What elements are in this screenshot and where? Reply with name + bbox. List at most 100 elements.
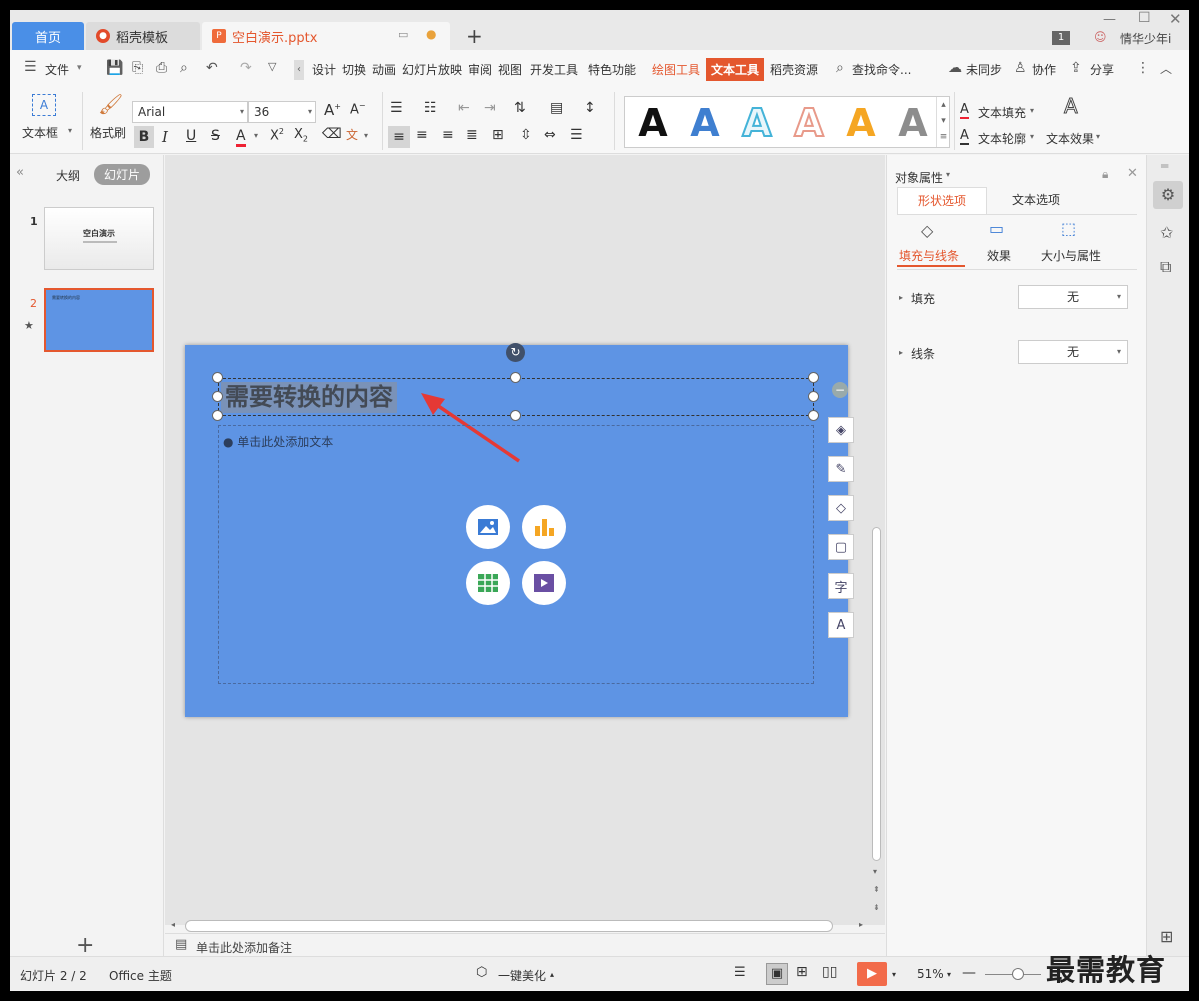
sync-status[interactable]: 未同步: [966, 61, 1002, 78]
strikethrough-icon[interactable]: S: [211, 128, 220, 144]
tab-outline[interactable]: 大纲: [56, 167, 80, 184]
tab-slides[interactable]: 幻灯片: [94, 164, 151, 185]
horizontal-scrollbar[interactable]: [185, 920, 833, 932]
subtab-size[interactable]: 大小与属性: [1041, 247, 1101, 264]
notes-placeholder[interactable]: 单击此处添加备注: [196, 939, 292, 956]
user-avatar-icon[interactable]: ☺: [1094, 30, 1107, 44]
text-wrap-icon[interactable]: 字: [828, 573, 854, 599]
superscript-icon[interactable]: X2: [270, 127, 284, 143]
column-spacing-icon[interactable]: ⇔: [544, 127, 556, 143]
normal-view-icon[interactable]: ▣: [766, 963, 788, 985]
chevron-up-icon[interactable]: ▴: [550, 970, 554, 979]
animation-icon[interactable]: ✩: [1160, 223, 1173, 242]
scroll-left-icon[interactable]: ‹: [294, 60, 304, 80]
chevron-down-icon[interactable]: ▾: [254, 131, 258, 140]
menu-developer[interactable]: 开发工具: [530, 61, 578, 78]
zoom-out-icon[interactable]: —: [962, 965, 976, 981]
bold-icon[interactable]: B: [134, 126, 154, 148]
menu-draw-tools[interactable]: 绘图工具: [652, 61, 700, 78]
resize-handle[interactable]: [510, 372, 521, 383]
hamburger-icon[interactable]: ☰: [24, 59, 37, 75]
scroll-left-icon[interactable]: ◂: [171, 920, 175, 929]
scroll-right-icon[interactable]: ▸: [859, 920, 863, 929]
align-center-icon[interactable]: ≡: [416, 127, 428, 143]
body-text[interactable]: ● 单击此处添加文本: [223, 433, 333, 450]
para-settings-icon[interactable]: ☰: [570, 127, 583, 143]
minus-icon[interactable]: −: [832, 382, 848, 398]
fill-bucket-icon[interactable]: ◇: [828, 495, 854, 521]
wordart-style-orange[interactable]: A: [839, 101, 883, 145]
subtab-fill-line[interactable]: 填充与线条: [899, 247, 959, 264]
chevron-down-icon[interactable]: ▾: [364, 131, 368, 140]
body-placeholder[interactable]: [218, 425, 814, 684]
chevron-down-icon[interactable]: ▾: [947, 970, 951, 979]
panel-title[interactable]: 对象属性: [895, 169, 943, 186]
minimize-icon[interactable]: —: [1103, 12, 1116, 27]
font-size-select[interactable]: 36 ▾: [248, 101, 316, 123]
reading-view-icon[interactable]: ▯▯: [822, 964, 837, 980]
clear-format-icon[interactable]: ⌫: [322, 126, 342, 142]
menu-file[interactable]: 文件: [45, 61, 69, 78]
tab-template[interactable]: ● 稻壳模板: [86, 22, 200, 50]
resize-handle[interactable]: [808, 372, 819, 383]
save-icon[interactable]: 💾: [106, 60, 123, 76]
justify-icon[interactable]: ≣: [466, 127, 478, 143]
format-painter-button[interactable]: 格式刷: [90, 124, 126, 141]
gallery-scroll[interactable]: ▴ ▾ ≡: [936, 97, 950, 147]
chevron-down-icon[interactable]: ▾: [1030, 106, 1034, 115]
italic-icon[interactable]: I: [162, 128, 168, 146]
expand-line-icon[interactable]: ▸: [899, 348, 903, 357]
menu-docer[interactable]: 稻壳资源: [770, 61, 818, 78]
insert-video-icon[interactable]: [522, 561, 566, 605]
align-right-icon[interactable]: ≡: [442, 127, 454, 143]
numbered-list-icon[interactable]: ☷: [424, 100, 437, 116]
zoom-level[interactable]: 51%: [917, 967, 944, 981]
wordart-style-black[interactable]: A: [631, 101, 675, 145]
close-panel-icon[interactable]: ✕: [1127, 166, 1138, 181]
tab-document[interactable]: P 空白演示.pptx ▭ ●: [202, 22, 450, 50]
wordart-style-outline-blue[interactable]: A: [735, 100, 779, 146]
wordart-style-blue[interactable]: A: [683, 101, 727, 145]
resize-handle[interactable]: [212, 372, 223, 383]
add-slide-button[interactable]: +: [76, 933, 94, 958]
distribute-icon[interactable]: ⊞: [492, 127, 504, 143]
preview-icon[interactable]: ⌕: [180, 60, 188, 76]
close-icon[interactable]: ✕: [1169, 10, 1182, 28]
menu-transition[interactable]: 切换: [342, 61, 366, 78]
increase-font-icon[interactable]: A+: [324, 101, 341, 119]
collapse-ribbon-icon[interactable]: ︿: [1160, 60, 1172, 77]
text-format-icon[interactable]: A: [828, 612, 854, 638]
scroll-down-icon[interactable]: ▾: [873, 867, 877, 876]
textbox-button[interactable]: 文本框: [22, 124, 58, 141]
insert-table-icon[interactable]: [466, 561, 510, 605]
slide-sorter-icon[interactable]: ⊞: [796, 964, 808, 980]
user-name[interactable]: 情华少年i: [1120, 30, 1171, 47]
expand-fill-icon[interactable]: ▸: [899, 293, 903, 302]
text-direction-icon[interactable]: ⇅: [514, 100, 526, 116]
line-dropdown[interactable]: 无 ▾: [1018, 340, 1128, 364]
text-outline-button[interactable]: 文本轮廓: [978, 130, 1026, 147]
more-icon[interactable]: ⋮: [1136, 60, 1150, 76]
tab-home[interactable]: 首页: [12, 22, 84, 50]
text-effect-button[interactable]: 文本效果: [1046, 130, 1094, 147]
theme-name[interactable]: Office 主题: [109, 967, 172, 984]
paragraph-spacing-icon[interactable]: ⇳: [520, 127, 532, 143]
resize-handle[interactable]: [808, 410, 819, 421]
resize-handle[interactable]: [212, 410, 223, 421]
text-fill-button[interactable]: 文本填充: [978, 104, 1026, 121]
line-spacing-icon[interactable]: ↕: [584, 100, 596, 116]
outdent-icon[interactable]: ⇤: [458, 100, 470, 116]
phonetic-icon[interactable]: 文: [346, 126, 358, 143]
font-color-icon[interactable]: A: [236, 128, 246, 147]
fill-dropdown[interactable]: 无 ▾: [1018, 285, 1128, 309]
decrease-font-icon[interactable]: A−: [350, 101, 366, 117]
font-family-select[interactable]: Arial ▾: [132, 101, 248, 123]
slide[interactable]: 需要转换的内容 ↻ ● 单击此处添加文本 −: [185, 343, 848, 717]
properties-icon[interactable]: ⚙: [1153, 181, 1183, 209]
subscript-icon[interactable]: X2: [294, 127, 308, 144]
new-tab-button[interactable]: +: [466, 24, 483, 48]
customize-toolbar-icon[interactable]: ▽: [268, 60, 276, 73]
menu-text-tools[interactable]: 文本工具: [706, 58, 765, 81]
chevron-down-icon[interactable]: ▾: [946, 170, 950, 179]
tab-shape-options[interactable]: 形状选项: [897, 187, 987, 215]
